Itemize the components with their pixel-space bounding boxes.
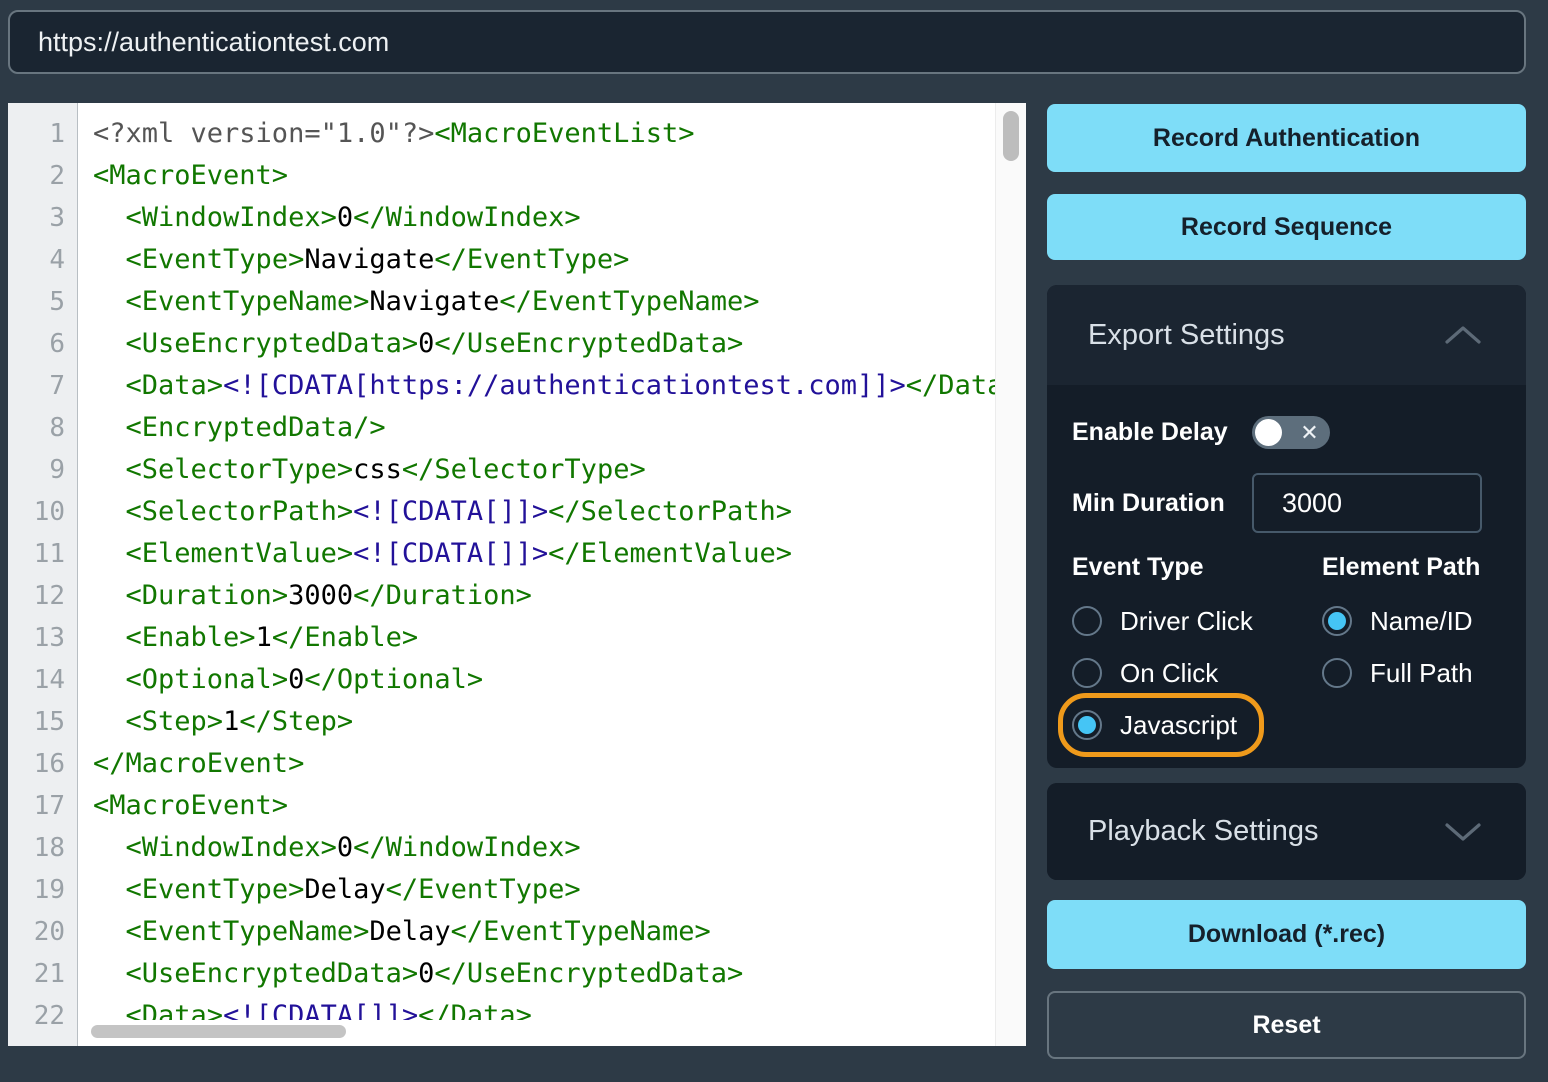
- code-lines: <?xml version="1.0"?><MacroEventList><Ma…: [79, 103, 1026, 1037]
- radio-full-path[interactable]: Full Path: [1322, 647, 1526, 699]
- line-number: 15: [8, 701, 77, 743]
- code-line: <EventType>Delay</EventType>: [93, 869, 1026, 911]
- radio-on-click[interactable]: On Click: [1072, 647, 1322, 699]
- code-line: <SelectorPath><![CDATA[]]></SelectorPath…: [93, 491, 1026, 533]
- code-line: <?xml version="1.0"?><MacroEventList>: [93, 113, 1026, 155]
- event-type-group: Event Type Driver Click On Click Javascr…: [1072, 553, 1322, 751]
- line-number: 3: [8, 197, 77, 239]
- enable-delay-label: Enable Delay: [1072, 418, 1228, 447]
- line-number: 14: [8, 659, 77, 701]
- code-line: <MacroEvent>: [93, 785, 1026, 827]
- line-number: 6: [8, 323, 77, 365]
- code-line: <UseEncryptedData>0</UseEncryptedData>: [93, 953, 1026, 995]
- line-number: 22: [8, 995, 77, 1037]
- element-path-group: Element Path Name/ID Full Path: [1322, 553, 1526, 751]
- playback-settings-panel: Playback Settings: [1047, 783, 1526, 880]
- export-settings-panel: Export Settings Enable Delay ✕ Min Durat…: [1047, 285, 1526, 768]
- line-number: 12: [8, 575, 77, 617]
- code-line: <Step>1</Step>: [93, 701, 1026, 743]
- line-number: 2: [8, 155, 77, 197]
- toggle-x-icon: ✕: [1300, 416, 1318, 449]
- code-line: <ElementValue><![CDATA[]]></ElementValue…: [93, 533, 1026, 575]
- code-line: <EventType>Navigate</EventType>: [93, 239, 1026, 281]
- code-line: <Data><![CDATA[https://authenticationtes…: [93, 365, 1026, 407]
- horizontal-scrollbar-thumb[interactable]: [91, 1025, 346, 1038]
- line-number: 11: [8, 533, 77, 575]
- line-number: 4: [8, 239, 77, 281]
- code-line: </MacroEvent>: [93, 743, 1026, 785]
- playback-settings-title: Playback Settings: [1088, 815, 1319, 848]
- gutter: 12345678910111213141516171819202122: [8, 103, 78, 1046]
- line-number: 21: [8, 953, 77, 995]
- code-line: <WindowIndex>0</WindowIndex>: [93, 197, 1026, 239]
- code-line: <EncryptedData/>: [93, 407, 1026, 449]
- code-line: <WindowIndex>0</WindowIndex>: [93, 827, 1026, 869]
- radio-circle-icon: [1322, 606, 1352, 636]
- code-line: <EventTypeName>Delay</EventTypeName>: [93, 911, 1026, 953]
- min-duration-label: Min Duration: [1072, 489, 1252, 518]
- enable-delay-toggle[interactable]: ✕: [1252, 416, 1330, 449]
- radio-circle-icon: [1072, 658, 1102, 688]
- line-number: 19: [8, 869, 77, 911]
- url-input[interactable]: [8, 10, 1526, 74]
- line-number: 17: [8, 785, 77, 827]
- line-number: 5: [8, 281, 77, 323]
- reset-button[interactable]: Reset: [1047, 991, 1526, 1059]
- line-number: 18: [8, 827, 77, 869]
- code-line: <MacroEvent>: [93, 155, 1026, 197]
- line-number: 7: [8, 365, 77, 407]
- event-type-label: Event Type: [1072, 553, 1322, 583]
- vertical-scrollbar-thumb[interactable]: [1003, 111, 1019, 161]
- right-panel: Record Authentication Record Sequence Ex…: [1047, 103, 1526, 1059]
- chevron-up-icon: [1444, 325, 1482, 345]
- line-number: 8: [8, 407, 77, 449]
- line-number: 13: [8, 617, 77, 659]
- record-sequence-button[interactable]: Record Sequence: [1047, 194, 1526, 260]
- code-line: <Optional>0</Optional>: [93, 659, 1026, 701]
- line-number: 10: [8, 491, 77, 533]
- radio-javascript[interactable]: Javascript: [1072, 699, 1322, 751]
- record-authentication-button[interactable]: Record Authentication: [1047, 104, 1526, 172]
- chevron-down-icon: [1444, 822, 1482, 842]
- code-line: <SelectorType>css</SelectorType>: [93, 449, 1026, 491]
- code-editor[interactable]: 12345678910111213141516171819202122 <?xm…: [8, 103, 1026, 1046]
- min-duration-row: Min Duration: [1072, 473, 1526, 533]
- radio-circle-icon: [1072, 710, 1102, 740]
- line-number: 16: [8, 743, 77, 785]
- export-settings-header[interactable]: Export Settings: [1047, 285, 1526, 385]
- line-number: 20: [8, 911, 77, 953]
- toggle-knob: [1255, 419, 1282, 446]
- line-number: 1: [8, 113, 77, 155]
- line-number: 9: [8, 449, 77, 491]
- code-line: <UseEncryptedData>0</UseEncryptedData>: [93, 323, 1026, 365]
- code-line: <Duration>3000</Duration>: [93, 575, 1026, 617]
- radio-name-id[interactable]: Name/ID: [1322, 595, 1526, 647]
- radio-driver-click[interactable]: Driver Click: [1072, 595, 1322, 647]
- radio-circle-icon: [1072, 606, 1102, 636]
- element-path-label: Element Path: [1322, 553, 1526, 583]
- export-settings-title: Export Settings: [1088, 319, 1285, 352]
- radio-circle-icon: [1322, 658, 1352, 688]
- code-line: <Enable>1</Enable>: [93, 617, 1026, 659]
- radio-groups: Event Type Driver Click On Click Javascr…: [1072, 553, 1526, 751]
- horizontal-scrollbar[interactable]: [79, 1020, 996, 1046]
- min-duration-input[interactable]: [1252, 473, 1482, 533]
- code-line: <EventTypeName>Navigate</EventTypeName>: [93, 281, 1026, 323]
- vertical-scrollbar[interactable]: [995, 103, 1026, 1046]
- playback-settings-header[interactable]: Playback Settings: [1047, 783, 1526, 880]
- enable-delay-row: Enable Delay ✕: [1072, 415, 1526, 449]
- download-button[interactable]: Download (*.rec): [1047, 900, 1526, 969]
